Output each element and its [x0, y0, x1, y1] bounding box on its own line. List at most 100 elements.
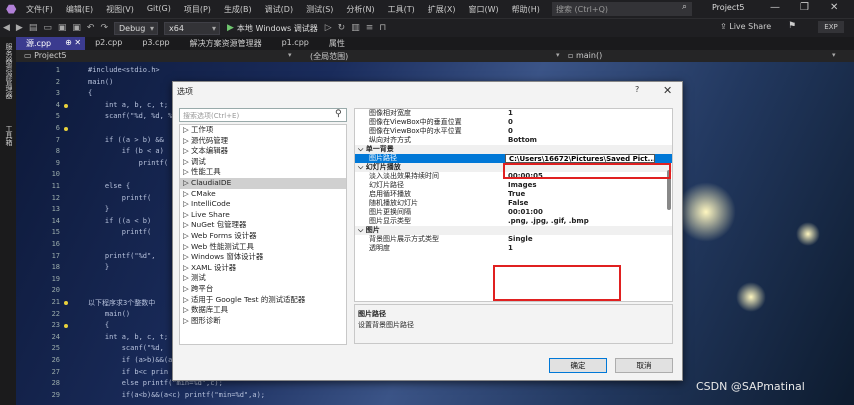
menu-item[interactable]: 视图(V)	[106, 4, 134, 15]
layout-icon[interactable]: ▥	[351, 23, 360, 33]
code-line[interactable]: {	[88, 89, 92, 97]
breakpoint-marker-icon[interactable]	[64, 127, 68, 131]
save-icon[interactable]: ▣	[58, 23, 67, 33]
property-row[interactable]: 图像相对宽度 1	[355, 109, 672, 118]
code-line[interactable]: 以下程序求3个整数中	[88, 298, 155, 308]
options-tree-item[interactable]: ▷ 文本编辑器	[180, 146, 346, 157]
property-row[interactable]: 随机播放幻灯片 False	[355, 199, 672, 208]
menu-item[interactable]: 生成(B)	[224, 4, 252, 15]
options-tree-item[interactable]: ▷ 工作项	[180, 125, 346, 136]
property-row[interactable]: 纵向对齐方式 Bottom	[355, 136, 672, 145]
property-row[interactable]: 背景图片展示方式类型 Single	[355, 235, 672, 244]
options-tree-item[interactable]: ▷ 性能工具	[180, 167, 346, 178]
help-button[interactable]: ?	[635, 85, 639, 94]
save-all-icon[interactable]: ▣	[72, 23, 81, 33]
menu-item[interactable]: 测试(S)	[306, 4, 333, 15]
property-row[interactable]: 图像在ViewBox中的垂直位置 0	[355, 118, 672, 127]
property-row[interactable]: 图片显示类型 .png, .jpg, .gif, .bmp	[355, 217, 672, 226]
chevron-down-icon[interactable]: ▾	[832, 51, 836, 59]
code-line[interactable]: printf(	[88, 228, 152, 236]
document-tab[interactable]: p3.cpp	[132, 37, 179, 50]
minimize-icon[interactable]: —	[770, 2, 780, 13]
function-dropdown[interactable]: ▫ main()	[564, 51, 602, 60]
code-line[interactable]: printf(	[88, 159, 169, 167]
options-tree-item[interactable]: ▷ Live Share	[180, 210, 346, 221]
code-line[interactable]: scanf("%d, %d, %d	[88, 112, 177, 120]
project-dropdown[interactable]: ▭ Project5	[20, 51, 67, 60]
code-line[interactable]: if (a>b)&&(a	[88, 356, 173, 364]
property-value[interactable]: False	[505, 199, 528, 208]
open-folder-icon[interactable]: ▭	[43, 23, 52, 33]
toolbox-tab[interactable]: 工具箱	[4, 125, 14, 146]
property-row[interactable]: 图片路径 C:\Users\16672\Pictures\Saved Pict..…	[355, 154, 672, 163]
code-line[interactable]: }	[88, 205, 109, 213]
code-line[interactable]: if ((a < b)	[88, 217, 151, 225]
menu-item[interactable]: 帮助(H)	[512, 4, 540, 15]
scope-dropdown[interactable]: (全局范围)	[306, 51, 348, 62]
document-tab[interactable]: 属性	[319, 37, 355, 50]
menu-item[interactable]: 分析(N)	[346, 4, 374, 15]
property-value[interactable]: 0	[505, 127, 513, 136]
options-search-input[interactable]: 搜索选项(Ctrl+E)	[179, 108, 347, 122]
code-line[interactable]: if (b < a)	[88, 147, 164, 155]
search-input[interactable]: 搜索 (Ctrl+Q)	[552, 2, 692, 16]
breakpoint-marker-icon[interactable]	[64, 103, 68, 108]
code-line[interactable]: else {	[88, 182, 130, 190]
property-value[interactable]: C:\Users\16672\Pictures\Saved Pict...	[505, 154, 655, 163]
menu-item[interactable]: 窗口(W)	[469, 4, 499, 15]
code-line[interactable]: int a, b, c, t;	[88, 101, 168, 109]
comment-icon[interactable]: ≡	[366, 23, 374, 33]
configuration-select[interactable]: Debug ▾	[114, 21, 158, 35]
code-line[interactable]: if ((a > b) &&	[88, 136, 164, 144]
code-line[interactable]: if(a<b)&&(a<c) printf("min=%d",a);	[88, 391, 265, 399]
redo-icon[interactable]: ↷	[100, 23, 108, 33]
property-value[interactable]: Bottom	[505, 136, 537, 145]
code-line[interactable]: printf("%d",	[88, 252, 156, 260]
close-tab-icon[interactable]: ⊕ ✕	[61, 37, 86, 50]
menu-item[interactable]: 调试(D)	[265, 4, 293, 15]
breakpoint-marker-icon[interactable]	[64, 301, 68, 305]
menu-item[interactable]: 扩展(X)	[428, 4, 456, 15]
back-icon[interactable]: ◀	[3, 23, 10, 33]
options-tree-item[interactable]: ▷ Web Forms 设计器	[180, 231, 346, 242]
code-line[interactable]: }	[88, 263, 109, 271]
close-icon[interactable]: ✕	[830, 2, 838, 13]
code-line[interactable]: #include<stdio.h>	[88, 66, 160, 74]
platform-select[interactable]: x64 ▾	[164, 21, 220, 35]
property-row[interactable]: 启用循环播放 True	[355, 190, 672, 199]
code-line[interactable]: main()	[88, 310, 130, 318]
options-tree-item[interactable]: ▷ Windows 窗体设计器	[180, 252, 346, 263]
options-tree-item[interactable]: ▷ 跨平台	[180, 284, 346, 295]
bookmark-icon[interactable]: ⊓	[379, 23, 386, 33]
code-line[interactable]: main()	[88, 78, 113, 86]
property-value[interactable]: Single	[505, 235, 533, 244]
menu-item[interactable]: 项目(P)	[184, 4, 211, 15]
breakpoint-marker-icon[interactable]	[64, 324, 68, 329]
options-tree-item[interactable]: ▷ 调试	[180, 157, 346, 168]
document-tab[interactable]: 解决方案资源管理器	[180, 37, 272, 50]
property-row[interactable]: 图像在ViewBox中的水平位置 0	[355, 127, 672, 136]
menu-item[interactable]: 工具(T)	[388, 4, 415, 15]
property-value[interactable]: 1	[505, 244, 513, 253]
property-value[interactable]: .png, .jpg, .gif, .bmp	[505, 217, 589, 226]
cancel-button[interactable]: 取消	[615, 358, 673, 373]
options-tree-item[interactable]: ▷ 适用于 Google Test 的测试适配器	[180, 295, 346, 306]
options-tree-item[interactable]: ▷ Web 性能测试工具	[180, 242, 346, 253]
close-icon[interactable]: ✕	[663, 84, 672, 97]
code-line[interactable]: scanf("%d,	[88, 344, 164, 352]
options-tree-item[interactable]: ▷ 数据库工具	[180, 305, 346, 316]
property-row[interactable]: 幻灯片路径 Images	[355, 181, 672, 190]
options-tree-item[interactable]: ▷ ClaudiaIDE	[180, 177, 346, 189]
restore-icon[interactable]: ❐	[800, 2, 809, 13]
options-tree-item[interactable]: ▷ 源代码管理	[180, 136, 346, 147]
document-tab[interactable]: p1.cpp	[272, 37, 319, 50]
property-category[interactable]: ⌵ 图片	[355, 226, 672, 235]
ok-button[interactable]: 确定	[549, 358, 607, 373]
property-value[interactable]: Images	[505, 181, 537, 190]
search-icon[interactable]: ⌕	[682, 2, 687, 12]
menu-item[interactable]: 文件(F)	[26, 4, 53, 15]
property-row[interactable]: 图片更换间隔 00:01:00	[355, 208, 672, 217]
chevron-down-icon[interactable]: ▾	[288, 51, 292, 59]
property-category[interactable]: ⌵ 单一背景	[355, 145, 672, 154]
property-value[interactable]: 0	[505, 118, 513, 127]
